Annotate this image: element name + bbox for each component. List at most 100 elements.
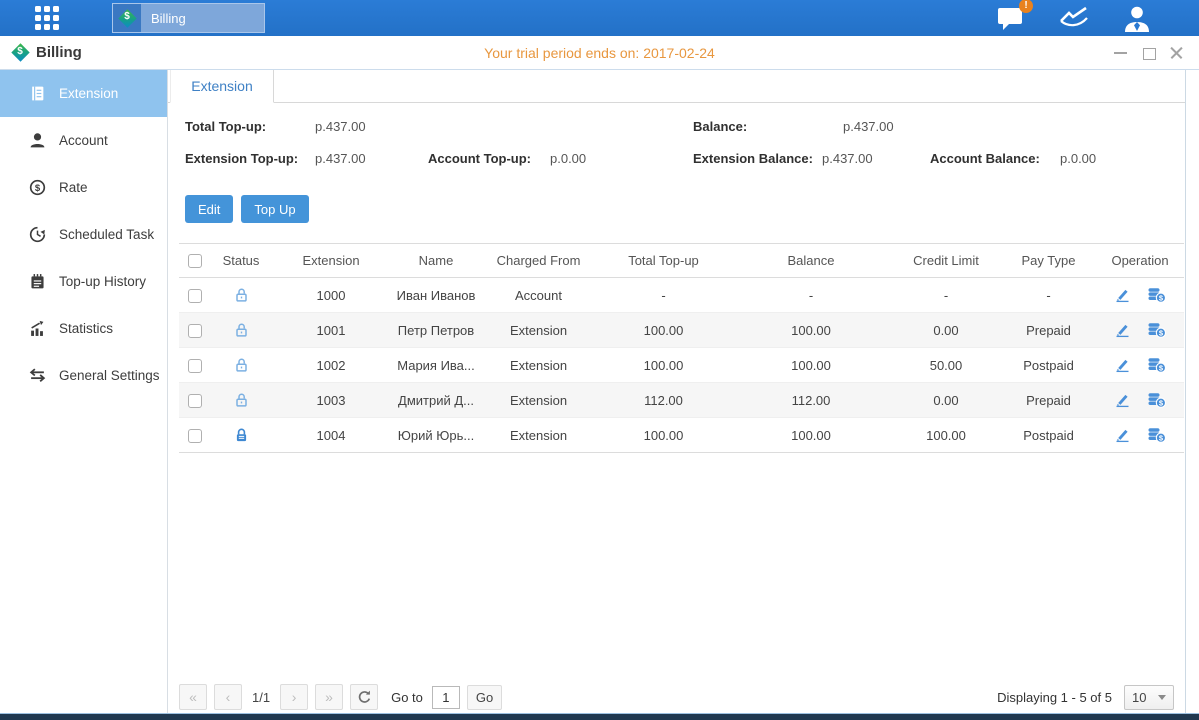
sidebar-item-statistics[interactable]: Statistics (0, 305, 167, 352)
row-checkbox[interactable] (188, 359, 202, 373)
column-header-balance: Balance (731, 244, 891, 278)
sidebar-item-extension[interactable]: Extension (0, 70, 167, 117)
user-account-icon[interactable] (1123, 5, 1151, 32)
pagination-bar: « ‹ 1/1 › » Go to Go Displaying 1 - 5 of… (179, 684, 1174, 710)
tab-strip: Extension (168, 70, 1185, 103)
cell-balance: 100.00 (731, 418, 891, 453)
balance-label: Balance: (693, 119, 747, 134)
refresh-icon[interactable] (350, 684, 378, 710)
sidebar-item-account[interactable]: Account (0, 117, 167, 164)
cell-total-topup: 112.00 (596, 383, 731, 418)
extension-topup-label: Extension Top-up: (185, 151, 298, 166)
edit-icon[interactable] (1114, 357, 1131, 373)
table-row: 1002Мария Ива...Extension100.00100.0050.… (179, 348, 1184, 383)
cell-balance: 100.00 (731, 348, 891, 383)
taskbar-tab-label: Billing (151, 11, 186, 26)
apps-grid-icon[interactable] (35, 6, 59, 30)
prev-page-button[interactable]: ‹ (214, 684, 242, 710)
cell-credit-limit: 0.00 (891, 313, 1001, 348)
notebook-icon (29, 273, 46, 290)
cell-total-topup: - (596, 278, 731, 313)
cell-charged-from: Extension (481, 383, 596, 418)
table-row: 1004Юрий Юрь...Extension100.00100.00100.… (179, 418, 1184, 453)
table-row: 1000Иван ИвановAccount----$ (179, 278, 1184, 313)
cell-name: Юрий Юрь... (391, 418, 481, 453)
dollar-circle-icon: $ (29, 179, 46, 196)
top-up-icon[interactable]: $ (1147, 287, 1166, 303)
cell-extension: 1002 (271, 348, 391, 383)
sidebar-item-top-up-history[interactable]: Top-up History (0, 258, 167, 305)
sidebar-item-rate[interactable]: $ Rate (0, 164, 167, 211)
last-page-button[interactable]: » (315, 684, 343, 710)
notification-badge: ! (1019, 0, 1033, 13)
sidebar: ExtensionAccount $ Rate Scheduled Task Top-u… (0, 70, 168, 713)
top-up-icon[interactable]: $ (1147, 357, 1166, 373)
taskbar: $ Billing ! (0, 0, 1199, 36)
top-up-icon[interactable]: $ (1147, 392, 1166, 408)
cell-name: Дмитрий Д... (391, 383, 481, 418)
close-icon[interactable] (1170, 46, 1183, 59)
table-row: 1001Петр ПетровExtension100.00100.000.00… (179, 313, 1184, 348)
bar-chart-icon (29, 320, 46, 337)
row-checkbox[interactable] (188, 324, 202, 338)
tab-extension[interactable]: Extension (170, 70, 274, 103)
minimize-icon[interactable] (1114, 46, 1127, 59)
notifications-icon[interactable]: ! (997, 5, 1025, 31)
select-all-checkbox[interactable] (188, 254, 202, 268)
sliders-icon (29, 367, 46, 384)
cell-pay-type: Postpaid (1001, 418, 1096, 453)
next-page-button[interactable]: › (280, 684, 308, 710)
top-up-button[interactable]: Top Up (241, 195, 308, 223)
edit-icon[interactable] (1114, 392, 1131, 408)
column-header-status: Status (211, 244, 271, 278)
goto-page-input[interactable] (432, 686, 460, 709)
cell-charged-from: Extension (481, 348, 596, 383)
cell-name: Иван Иванов (391, 278, 481, 313)
sidebar-item-label: General Settings (59, 368, 160, 383)
top-up-icon[interactable]: $ (1147, 427, 1166, 443)
locked-icon (233, 427, 250, 444)
chevron-down-icon (1158, 695, 1166, 700)
account-balance-label: Account Balance: (930, 151, 1040, 166)
column-header-extension: Extension (271, 244, 391, 278)
window-titlebar: $ Billing Your trial period ends on: 201… (0, 36, 1199, 70)
cell-charged-from: Account (481, 278, 596, 313)
sidebar-item-general-settings[interactable]: General Settings (0, 352, 167, 399)
row-checkbox[interactable] (188, 289, 202, 303)
page-size-select[interactable]: 10 (1124, 685, 1174, 710)
billing-window-icon: $ (11, 44, 29, 62)
edit-button[interactable]: Edit (185, 195, 233, 223)
first-page-button[interactable]: « (179, 684, 207, 710)
unlocked-icon (233, 357, 250, 374)
unlocked-icon (233, 287, 250, 304)
extensions-table: StatusExtensionNameCharged FromTotal Top… (179, 243, 1184, 453)
top-up-icon[interactable]: $ (1147, 322, 1166, 338)
go-button[interactable]: Go (467, 685, 502, 710)
sidebar-item-label: Rate (59, 180, 88, 195)
maximize-icon[interactable] (1142, 46, 1155, 59)
cell-extension: 1003 (271, 383, 391, 418)
row-checkbox[interactable] (188, 429, 202, 443)
sidebar-item-scheduled-task[interactable]: Scheduled Task (0, 211, 167, 258)
svg-text:$: $ (35, 183, 41, 194)
row-checkbox[interactable] (188, 394, 202, 408)
taskbar-billing-tab[interactable]: $ Billing (112, 3, 265, 33)
cell-balance: 100.00 (731, 313, 891, 348)
edit-icon[interactable] (1114, 322, 1131, 338)
window-bottom-edge (0, 713, 1199, 720)
sidebar-item-label: Scheduled Task (59, 227, 154, 242)
trial-notice: Your trial period ends on: 2017-02-24 (0, 45, 1199, 61)
cell-extension: 1004 (271, 418, 391, 453)
resource-monitor-icon[interactable] (1058, 6, 1090, 30)
billing-app-icon: $ (113, 4, 141, 32)
cell-pay-type: Prepaid (1001, 383, 1096, 418)
edit-icon[interactable] (1114, 427, 1131, 443)
column-header-name: Name (391, 244, 481, 278)
cell-balance: - (731, 278, 891, 313)
cell-name: Мария Ива... (391, 348, 481, 383)
extension-balance-label: Extension Balance: (693, 151, 813, 166)
edit-icon[interactable] (1114, 287, 1131, 303)
account-topup-value: p.0.00 (550, 151, 586, 166)
displaying-text: Displaying 1 - 5 of 5 (997, 690, 1112, 705)
cell-credit-limit: 50.00 (891, 348, 1001, 383)
